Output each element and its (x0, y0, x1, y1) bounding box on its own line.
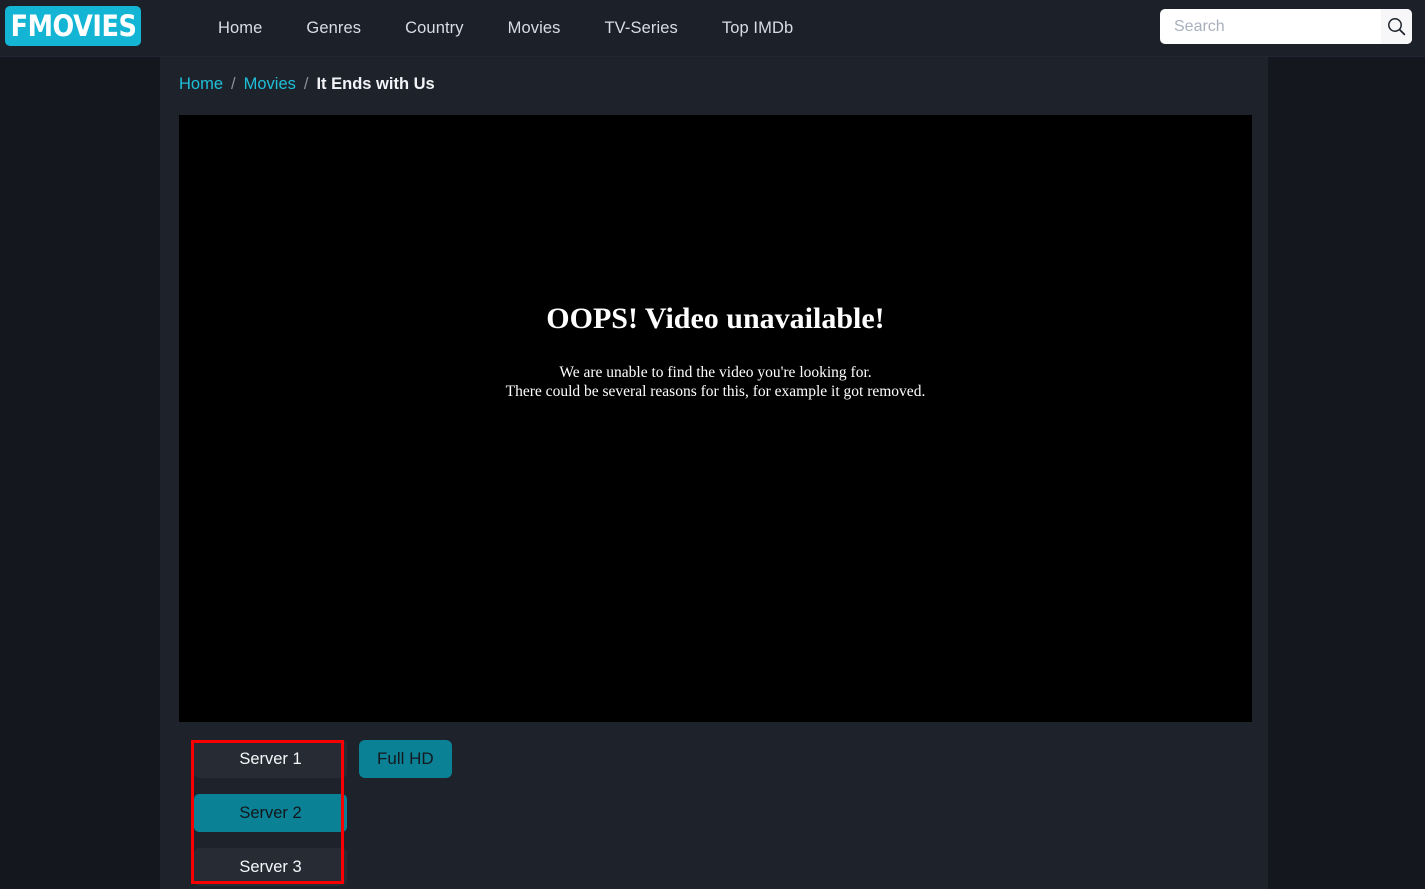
breadcrumb-separator: / (296, 75, 317, 94)
search-button[interactable] (1381, 9, 1412, 44)
quality-button-full-hd[interactable]: Full HD (359, 740, 452, 778)
nav-item-movies[interactable]: Movies (486, 19, 583, 38)
breadcrumb-item-movies[interactable]: Movies (244, 75, 296, 94)
video-player[interactable]: OOPS! Video unavailable! We are unable t… (179, 115, 1252, 722)
breadcrumb: Home / Movies / It Ends with Us (179, 75, 435, 94)
content-container: Home / Movies / It Ends with Us OOPS! Vi… (160, 57, 1268, 889)
breadcrumb-separator: / (223, 75, 244, 94)
search-icon (1387, 17, 1406, 36)
server-list: Server 1 Server 2 Server 3 (194, 740, 347, 886)
site-header: FMOVIES Home Genres Country Movies TV-Se… (0, 0, 1425, 57)
breadcrumb-item-home[interactable]: Home (179, 75, 223, 94)
nav-item-country[interactable]: Country (383, 19, 485, 38)
video-error-message: OOPS! Video unavailable! We are unable t… (179, 301, 1252, 401)
nav-item-home[interactable]: Home (196, 19, 284, 38)
site-logo-text: FMOVIES (10, 12, 136, 41)
site-logo[interactable]: FMOVIES (5, 6, 141, 46)
nav-item-genres[interactable]: Genres (284, 19, 383, 38)
breadcrumb-item-current: It Ends with Us (316, 75, 434, 94)
server-button-3[interactable]: Server 3 (194, 848, 347, 886)
server-button-1[interactable]: Server 1 (194, 740, 347, 778)
video-error-line-1: We are unable to find the video you're l… (179, 363, 1252, 382)
nav-item-top-imdb[interactable]: Top IMDb (700, 19, 815, 38)
server-button-2[interactable]: Server 2 (194, 794, 347, 832)
nav-item-tv-series[interactable]: TV-Series (583, 19, 700, 38)
search-input[interactable] (1160, 10, 1381, 43)
main-navigation: Home Genres Country Movies TV-Series Top… (196, 0, 815, 57)
video-error-line-2: There could be several reasons for this,… (179, 382, 1252, 401)
search-box (1160, 9, 1412, 44)
video-error-title: OOPS! Video unavailable! (179, 301, 1252, 337)
